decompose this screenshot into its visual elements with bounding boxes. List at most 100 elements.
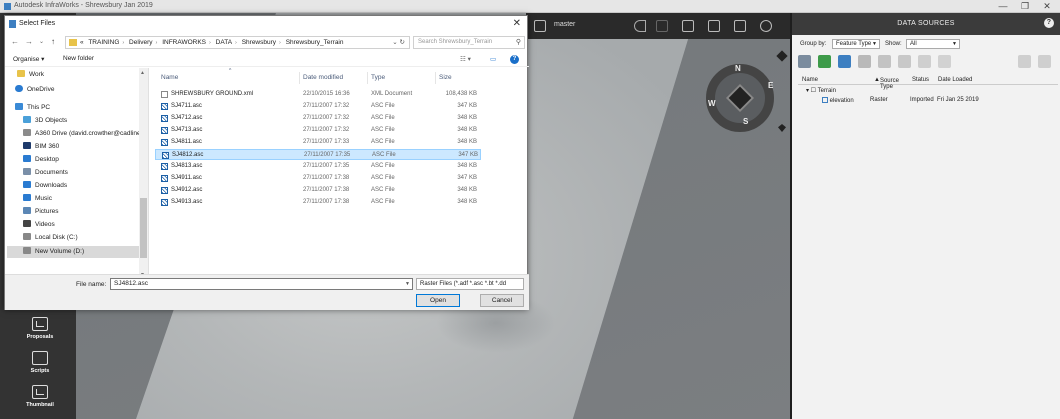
scrollbar-thumb[interactable] (140, 198, 147, 258)
view-options-icon[interactable]: ☷ ▾ (460, 55, 471, 63)
file-row[interactable]: SJ4912.asc 27/11/2007 17:38 ASC File 348 KB (155, 185, 481, 196)
configure-icon[interactable] (838, 55, 851, 68)
thumbnail-tool[interactable]: Thumbnail (18, 385, 62, 408)
maximize-button[interactable]: ❐ (1018, 1, 1032, 12)
proposal-icon[interactable] (534, 20, 546, 32)
file-row[interactable]: SJ4712.asc 27/11/2007 17:32 ASC File 348 KB (155, 113, 481, 124)
navigation-compass[interactable]: N E S W (706, 64, 774, 132)
address-breadcrumb[interactable]: « TRAINING › Delivery › INFRAWORKS › DATA › … (65, 36, 410, 49)
show-select[interactable]: All ▼ (906, 39, 960, 49)
nav-pane-scrollbar[interactable]: ▲ ▼ (139, 68, 148, 280)
redo-icon[interactable] (656, 20, 668, 32)
col-name[interactable]: Name (161, 74, 178, 81)
compass-north[interactable]: N (735, 64, 741, 73)
nav-local-disk-c[interactable]: Local Disk (C:) (35, 234, 78, 241)
compass-south[interactable]: S (743, 117, 748, 126)
col-date-modified[interactable]: Date modified (303, 74, 343, 81)
nav-a360-drive[interactable]: A360 Drive (david.crowther@cadline (35, 130, 141, 137)
address-dropdown-refresh-icon[interactable]: ⌄ ↻ (392, 37, 405, 48)
file-row[interactable]: SHREWSBURY GROUND.xml 22/10/2015 16:36 XML… (155, 89, 481, 100)
file-row[interactable]: SJ4811.asc 27/11/2007 17:33 ASC File 348 KB (155, 137, 481, 148)
close-icon[interactable]: ✕ (513, 18, 521, 29)
file-type-filter-select[interactable]: Raster Files (*.adf *.asc *.bt *.dd (416, 278, 524, 290)
export-icon[interactable] (918, 55, 931, 68)
publish-icon[interactable] (1018, 55, 1031, 68)
nav-bim-360[interactable]: BIM 360 (35, 143, 59, 150)
column-divider[interactable] (299, 72, 300, 84)
up-arrow-icon[interactable]: ↑ (51, 37, 55, 46)
col-size[interactable]: Size (439, 74, 452, 81)
undo-icon[interactable] (634, 20, 646, 32)
nav-work[interactable]: Work (29, 71, 44, 78)
col-name[interactable]: Name (802, 77, 818, 83)
settings-icon[interactable] (1038, 55, 1051, 68)
expand-arrow-icon[interactable]: ▾ ☐ (806, 88, 816, 94)
minimize-button[interactable]: — (996, 1, 1010, 11)
back-arrow-icon[interactable]: ← (11, 37, 19, 46)
nav-this-pc[interactable]: This PC (27, 104, 50, 111)
nav-new-volume-d[interactable]: New Volume (D:) (35, 248, 84, 255)
breadcrumb-overflow[interactable]: « (80, 39, 84, 46)
proposal-label[interactable]: master (554, 21, 575, 28)
column-divider[interactable] (435, 72, 436, 84)
compass-west[interactable]: W (708, 99, 716, 108)
file-row[interactable]: SJ4812.asc 27/11/2007 17:35 ASC File 347 KB (155, 149, 481, 160)
file-name-input[interactable]: SJ4812.asc ▼ (110, 278, 413, 290)
add-data-source-icon[interactable] (798, 55, 811, 68)
scroll-up-icon[interactable]: ▲ (140, 70, 145, 76)
preview-pane-icon[interactable]: ▭ (490, 55, 496, 63)
reimport-icon[interactable] (858, 55, 871, 68)
snapshot-icon[interactable] (682, 20, 694, 32)
scripts-tool[interactable]: Scripts (18, 351, 62, 374)
breadcrumb-delivery[interactable]: Delivery (129, 39, 152, 46)
new-folder-button[interactable]: New folder (63, 55, 94, 62)
breadcrumb-training[interactable]: TRAINING (88, 39, 119, 46)
remove-icon[interactable] (898, 55, 911, 68)
group-by-select[interactable]: Feature Type ▼ (832, 39, 880, 49)
music-icon (23, 194, 31, 201)
column-divider[interactable] (367, 72, 368, 84)
sync-icon[interactable] (878, 55, 891, 68)
file-row[interactable]: SJ4711.asc 27/11/2007 17:32 ASC File 347 KB (155, 101, 481, 112)
help-icon[interactable] (760, 20, 772, 32)
bookmark-icon[interactable] (708, 20, 720, 32)
nav-pictures[interactable]: Pictures (35, 208, 58, 215)
file-row[interactable]: SJ4911.asc 27/11/2007 17:38 ASC File 347 KB (155, 173, 481, 184)
close-app-button[interactable]: ✕ (1040, 1, 1054, 12)
nav-music[interactable]: Music (35, 195, 52, 202)
data-source-row[interactable]: elevation Raster Imported Fri Jan 25 201… (822, 97, 1052, 104)
col-type[interactable]: Type (371, 74, 385, 81)
help-icon[interactable]: ? (510, 55, 519, 64)
nav-onedrive[interactable]: OneDrive (27, 86, 54, 93)
proposals-tool[interactable]: Proposals (18, 317, 62, 340)
properties-icon[interactable] (938, 55, 951, 68)
nav-videos[interactable]: Videos (35, 221, 55, 228)
col-status[interactable]: Status (912, 77, 929, 83)
organise-button[interactable]: Organise ▾ (13, 55, 44, 63)
breadcrumb-shrewsbury-terrain[interactable]: Shrewsbury_Terrain (286, 39, 344, 46)
search-input[interactable]: Search Shrewsbury_Terrain ⚲ (413, 36, 525, 49)
breadcrumb-data[interactable]: DATA (216, 39, 232, 46)
terrain-group-row[interactable]: ▾ ☐ Terrain (806, 87, 836, 94)
open-button[interactable]: Open (416, 294, 460, 307)
refresh-icon[interactable] (818, 55, 831, 68)
help-icon[interactable]: ? (1044, 18, 1054, 28)
col-source-type[interactable]: ▲ Source Type (874, 77, 899, 90)
nav-documents[interactable]: Documents (35, 169, 68, 176)
forward-arrow-icon[interactable]: → (25, 37, 33, 46)
compass-east[interactable]: E (768, 81, 773, 90)
file-row[interactable]: SJ4913.asc 27/11/2007 17:38 ASC File 348 KB (155, 197, 481, 208)
cancel-button[interactable]: Cancel (480, 294, 524, 307)
recent-locations-icon[interactable]: ⌄ (39, 38, 44, 45)
nav-downloads[interactable]: Downloads (35, 182, 67, 189)
view-cube-icon[interactable] (725, 83, 755, 113)
file-row[interactable]: SJ4813.asc 27/11/2007 17:35 ASC File 348 KB (155, 161, 481, 172)
nav-3d-objects[interactable]: 3D Objects (35, 117, 67, 124)
file-row[interactable]: SJ4713.asc 27/11/2007 17:32 ASC File 348 KB (155, 125, 481, 136)
col-date-loaded[interactable]: Date Loaded (938, 77, 972, 83)
breadcrumb-infraworks[interactable]: INFRAWORKS (162, 39, 206, 46)
chevron-down-icon[interactable]: ▼ (405, 279, 410, 289)
fullscreen-icon[interactable] (734, 20, 746, 32)
breadcrumb-shrewsbury[interactable]: Shrewsbury (242, 39, 276, 46)
nav-desktop[interactable]: Desktop (35, 156, 59, 163)
